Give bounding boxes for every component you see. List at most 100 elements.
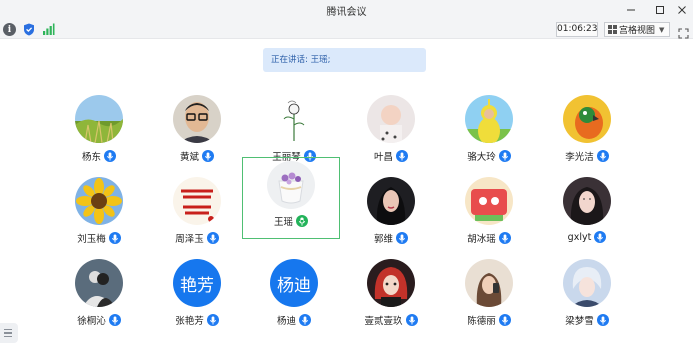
menu-icon[interactable] (0, 323, 18, 343)
avatar: 艳芳 (173, 259, 221, 307)
view-mode-label: 宫格视图 (619, 26, 656, 36)
participant-name: 壹贰壹玖 (364, 316, 403, 327)
participant-tile[interactable]: 黄斌 (150, 95, 246, 177)
participant-name-row: 陈德丽 (442, 313, 536, 327)
mic-speaking-icon (296, 215, 308, 227)
avatar (563, 177, 611, 225)
participant-name-row: 张艳芳 (150, 313, 244, 327)
participant-name-row: 胡冰瑶 (442, 231, 536, 245)
participant-name-row: gxlyt (540, 231, 634, 243)
mic-icon (104, 150, 116, 162)
participant-name-row: 徐桐沁 (52, 313, 146, 327)
participant-name: 王瑶 (273, 217, 293, 228)
participant-name-row: 梁梦雪 (540, 313, 634, 327)
participant-name: 梁梦雪 (565, 316, 594, 327)
avatar (563, 95, 611, 143)
participant-tile[interactable]: 叶昌 (344, 95, 440, 177)
avatar (173, 177, 221, 225)
title-bar: 腾讯会议 (0, 0, 693, 20)
mic-icon (596, 314, 609, 326)
participant-name: 徐桐沁 (77, 316, 106, 327)
avatar (465, 95, 513, 143)
fullscreen-icon[interactable] (678, 24, 689, 39)
participant-name: 杨东 (81, 152, 101, 163)
avatar (75, 177, 123, 225)
participant-tile[interactable]: 杨迪 杨迪 (247, 259, 343, 341)
avatar (75, 95, 123, 143)
participant-name: 陈德丽 (467, 316, 496, 327)
meeting-toolbar: i 01:06:23 宫格视图 ▼ (0, 20, 693, 39)
participant-name-row: 杨东 (52, 149, 146, 163)
participant-name-row: 骆大玲 (442, 149, 536, 163)
participant-tile[interactable]: 胡冰瑶 (442, 177, 538, 259)
participant-name: 刘玉梅 (77, 234, 106, 245)
mic-icon (206, 232, 219, 244)
participant-name-row: 壹贰壹玖 (344, 313, 438, 327)
window-title: 腾讯会议 (326, 7, 367, 18)
participant-tile[interactable]: 徐桐沁 (52, 259, 148, 341)
avatar: 杨迪 (270, 259, 318, 307)
mic-icon (594, 231, 607, 243)
participant-name: 叶昌 (373, 152, 393, 163)
maximize-icon[interactable] (651, 2, 669, 17)
info-icon[interactable]: i (3, 23, 16, 36)
avatar (367, 177, 415, 225)
minimize-icon[interactable] (622, 2, 640, 17)
close-icon[interactable] (673, 2, 691, 17)
mic-icon (396, 232, 408, 244)
participant-tile[interactable]: 刘玉梅 (52, 177, 148, 259)
avatar (367, 95, 415, 143)
grid-view-icon (608, 25, 617, 34)
participant-name: 张艳芳 (175, 316, 204, 327)
participant-name: gxlyt (567, 231, 592, 243)
participant-name: 黄斌 (179, 152, 199, 163)
participant-name: 李光洁 (565, 152, 594, 163)
mic-icon (108, 232, 121, 244)
participant-name: 胡冰瑶 (467, 234, 496, 245)
participant-tile[interactable]: 壹贰壹玖 (344, 259, 440, 341)
participant-name-row: 李光洁 (540, 149, 634, 163)
participant-name: 周泽玉 (175, 234, 204, 245)
avatar (367, 259, 415, 307)
participant-tile[interactable]: 郭维 (344, 177, 440, 259)
participant-tile[interactable]: 艳芳 张艳芳 (150, 259, 246, 341)
participant-tile[interactable]: 骆大玲 (442, 95, 538, 177)
participant-name-row: 黄斌 (150, 149, 244, 163)
mic-icon (299, 314, 311, 326)
participant-tile[interactable]: 梁梦雪 (540, 259, 636, 341)
participant-tile[interactable]: 陈德丽 (442, 259, 538, 341)
participant-tile[interactable]: 王瑶 (242, 157, 340, 239)
mic-icon (498, 150, 511, 162)
mic-icon (396, 150, 408, 162)
avatar (563, 259, 611, 307)
signal-icon[interactable] (42, 23, 55, 36)
avatar (270, 95, 318, 143)
mic-icon (498, 232, 511, 244)
participant-name-row: 郭维 (344, 231, 438, 245)
participant-name: 杨迪 (276, 316, 296, 327)
participant-name-row: 叶昌 (344, 149, 438, 163)
avatar (465, 259, 513, 307)
participant-name-row: 王瑶 (243, 214, 339, 228)
participant-tile[interactable]: 周泽玉 (150, 177, 246, 259)
avatar (267, 161, 315, 209)
participant-name-row: 杨迪 (247, 313, 341, 327)
participant-tile[interactable]: 杨东 (52, 95, 148, 177)
mic-icon (405, 314, 418, 326)
mic-icon (596, 150, 609, 162)
mic-icon (202, 150, 214, 162)
participant-name: 郭维 (373, 234, 393, 245)
participant-name-row: 刘玉梅 (52, 231, 146, 245)
participant-tile[interactable]: gxlyt (540, 177, 636, 259)
participant-tile[interactable]: 李光洁 (540, 95, 636, 177)
chevron-down-icon: ▼ (659, 25, 665, 34)
avatar (173, 95, 221, 143)
speaking-banner: 正在讲话: 王瑶; (263, 48, 426, 72)
shield-icon[interactable] (22, 23, 35, 36)
mic-icon (108, 314, 121, 326)
avatar (75, 259, 123, 307)
view-mode-select[interactable]: 宫格视图 ▼ (604, 22, 670, 37)
meeting-timer: 01:06:23 (556, 22, 598, 37)
participant-name: 骆大玲 (467, 152, 496, 163)
participant-name-row: 周泽玉 (150, 231, 244, 245)
